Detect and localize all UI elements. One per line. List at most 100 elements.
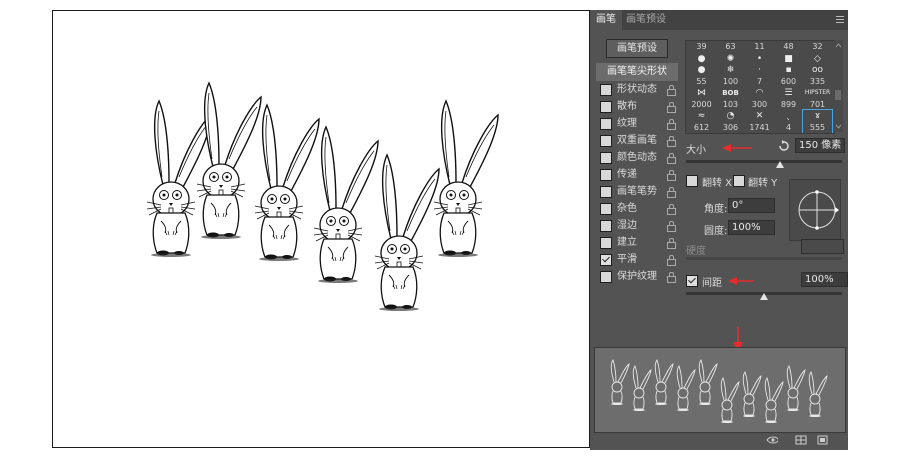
option-checkbox[interactable] [600,101,612,113]
option-checkbox[interactable] [600,220,612,232]
lock-icon[interactable] [667,238,676,249]
brush-tip-cell[interactable]: ✕ 1741 [745,110,774,133]
brush-tip-cell[interactable]: ❄ 100 [716,64,745,87]
brush-tip-cell[interactable]: • 11 [745,41,774,64]
option-checkbox[interactable] [600,84,612,96]
option-row[interactable]: 保护纹理 [596,268,678,285]
preview-rabbit [808,371,828,418]
flip-x-checkbox[interactable] [686,175,698,187]
option-checkbox[interactable] [600,271,612,283]
brush-tip-cell[interactable]: oo 335 [803,64,832,87]
option-label: 杂色 [617,203,637,214]
brush-tip-cell[interactable]: ◠ 300 [745,87,774,110]
option-checkbox[interactable] [600,237,612,249]
option-row[interactable]: 双重画笔 [596,132,678,149]
preview-rabbit [654,359,674,406]
preview-rabbit [764,377,784,424]
option-row[interactable]: 建立 [596,234,678,251]
reset-size-icon[interactable] [778,140,790,152]
option-checkbox[interactable] [600,169,612,181]
brush-tip-cell[interactable]: BOB 103 [716,87,745,110]
brush-tip-size: 2000 [691,100,712,109]
option-checkbox[interactable] [600,186,612,198]
brush-tip-cell[interactable]: HIPSTER 701 [803,87,832,110]
brush-tip-cell[interactable]: ■ 48 [774,41,803,64]
brush-tip-cell[interactable]: ɤ 555 [802,109,833,133]
option-checkbox[interactable] [600,152,612,164]
tab-brush-presets[interactable]: 画笔预设 [626,10,666,30]
brush-tip-cell[interactable]: ◇ 32 [803,41,832,64]
brush-grid-icon[interactable] [795,435,807,445]
lock-icon[interactable] [667,255,676,266]
option-row[interactable]: 杂色 [596,200,678,217]
brush-tip-shape-item[interactable]: 画笔笔尖形状 [596,63,678,81]
preview-rabbit [786,365,806,412]
create-new-brush-icon[interactable] [817,435,829,445]
lock-icon[interactable] [667,153,676,164]
hipster-text-icon: HIPSTER [804,89,831,96]
spacing-checkbox[interactable] [686,275,698,287]
lock-icon[interactable] [667,204,676,215]
option-row[interactable]: 画笔笔势 [596,183,678,200]
option-row[interactable]: 平滑 [596,251,678,268]
document-canvas[interactable] [52,10,590,448]
brush-tip-cell[interactable]: ● 39 [687,41,716,64]
flip-x-label: 翻转 X [702,178,733,189]
brush-tip-cell[interactable]: ≈612 [687,110,716,133]
brush-tip-cell[interactable]: ⋈ 2000 [687,87,716,110]
lock-icon[interactable] [667,272,676,283]
brush-tip-size: 11 [754,42,765,51]
flip-y-checkbox[interactable] [733,175,745,187]
size-slider-knob[interactable] [775,161,784,168]
size-slider[interactable] [686,160,842,163]
brush-tip-cell[interactable]: · 7 [745,64,774,87]
scrollbar-thumb[interactable] [835,90,841,100]
brush-tip-cell[interactable]: ☰ 899 [774,87,803,110]
option-row[interactable]: 颜色动态 [596,149,678,166]
option-label: 画笔笔势 [617,186,657,197]
tab-brush[interactable]: 画笔 [590,10,622,30]
brush-tip-size: 306 [722,123,739,132]
angle-input[interactable]: 0° [728,198,775,213]
brush-presets-button[interactable]: 画笔预设 [606,39,668,58]
brush-tip-size: 4 [785,123,792,132]
spacing-input[interactable]: 100% [801,272,848,287]
angle-crosshair-icon [798,190,839,230]
lock-icon[interactable] [667,187,676,198]
angle-roundness-wheel[interactable] [789,179,841,241]
lock-icon[interactable] [667,136,676,147]
lock-icon[interactable] [667,221,676,232]
panel-menu-icon[interactable] [836,16,844,24]
option-checkbox[interactable] [600,135,612,147]
option-row[interactable]: 湿边 [596,217,678,234]
brush-tip-scrollbar[interactable] [834,40,843,132]
option-row[interactable]: 传递 [596,166,678,183]
option-checkbox[interactable] [600,118,612,130]
option-label: 颜色动态 [617,152,657,163]
preview-rabbit [676,365,696,412]
lock-icon[interactable] [667,119,676,130]
brush-tip-size: 335 [809,77,826,86]
brush-tip-cell[interactable]: ˎ4 [774,110,803,133]
canvas-artwork [146,82,499,312]
size-input[interactable]: 150 像素 [795,138,845,153]
roundness-input[interactable]: 100% [728,220,775,235]
lock-icon[interactable] [667,102,676,113]
spacing-slider-knob[interactable] [760,293,768,300]
option-row[interactable]: 纹理 [596,115,678,132]
toggle-live-tip-preview-icon[interactable] [766,435,778,445]
brush-tip-cell[interactable]: ◔ 306 [716,110,745,133]
bob-text-icon: BOB [722,89,739,97]
splatter-icon: ✺ [726,54,735,64]
option-row[interactable]: 形状动态 [596,81,678,98]
lock-icon[interactable] [667,170,676,181]
lock-icon[interactable] [667,85,676,96]
option-checkbox[interactable] [600,203,612,215]
brush-tip-cell[interactable]: ● 55 [687,64,716,87]
annotation-arrow-spacing-icon [728,277,754,285]
brush-tip-cell[interactable]: ✺ 63 [716,41,745,64]
option-row[interactable]: 散布 [596,98,678,115]
brush-tip-cell[interactable]: ▪ 600 [774,64,803,87]
preview-rabbit [698,359,718,406]
option-checkbox[interactable] [600,254,612,266]
